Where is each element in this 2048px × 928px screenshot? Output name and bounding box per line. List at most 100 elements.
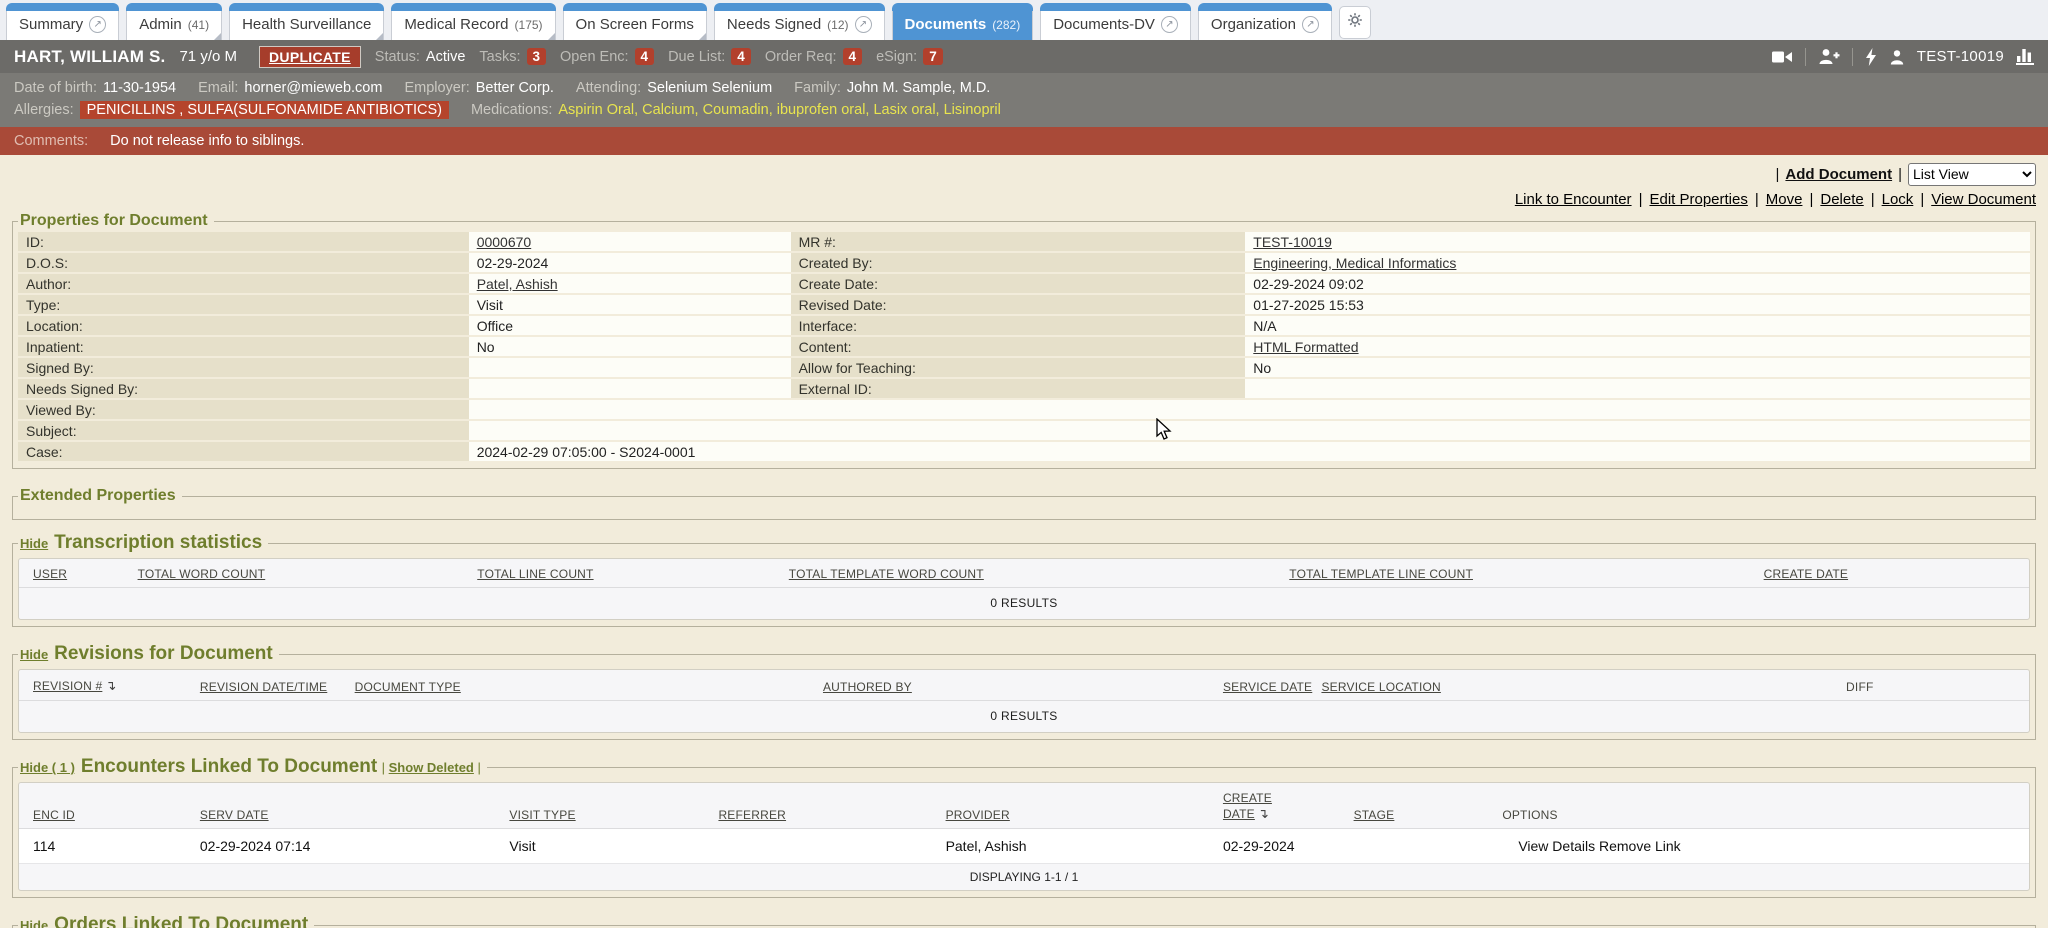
col-revision-datetime[interactable]: REVISION DATE/TIME	[200, 680, 327, 694]
tab-cap	[391, 3, 555, 11]
col-create-date-line1[interactable]: CREATE	[1223, 791, 1272, 805]
property-row: Signed By: Allow for Teaching: No	[18, 358, 2030, 379]
signed-by-label: Signed By:	[18, 358, 469, 379]
id-label: ID:	[18, 232, 469, 253]
allergies-label: Allergies:	[14, 102, 74, 118]
col-create-date-line2[interactable]: DATE	[1223, 807, 1255, 821]
col-stage[interactable]: STAGE	[1354, 808, 1395, 822]
col-total-word-count[interactable]: TOTAL WORD COUNT	[138, 567, 266, 581]
col-total-template-line-count[interactable]: TOTAL TEMPLATE LINE COUNT	[1289, 567, 1473, 581]
transcription-statistics-section: HideTranscription statistics USER TOTAL …	[12, 532, 2036, 627]
revisions-section: HideRevisions for Document REVISION #↴ R…	[12, 643, 2036, 740]
document-detail-content: | Add Document | List View Link to Encou…	[0, 155, 2048, 928]
type-label: Type:	[18, 295, 469, 316]
content-value-link[interactable]: HTML Formatted	[1253, 339, 1358, 355]
tab-documents-dv[interactable]: Documents-DV↗	[1040, 3, 1191, 40]
tab-documents[interactable]: Documents(282)	[892, 3, 1034, 40]
external-id-label: External ID:	[791, 379, 1246, 400]
col-referrer[interactable]: REFERRER	[718, 808, 786, 822]
col-serv-date[interactable]: SERV DATE	[200, 808, 269, 822]
open-enc-label: Open Enc:	[560, 49, 629, 65]
tab-cap	[1198, 3, 1332, 11]
show-deleted-link[interactable]: Show Deleted	[389, 760, 474, 775]
allergies-badge[interactable]: PENICILLINS , SULFA(SULFONAMIDE ANTIBIOT…	[80, 101, 449, 119]
tab-cap	[229, 3, 384, 11]
patient-id[interactable]: TEST-10019	[1917, 48, 2004, 65]
col-total-template-word-count[interactable]: TOTAL TEMPLATE WORD COUNT	[789, 567, 984, 581]
flowchart-icon[interactable]	[2016, 48, 2034, 65]
col-provider[interactable]: PROVIDER	[946, 808, 1010, 822]
move-link[interactable]: Move	[1766, 191, 1803, 208]
author-value-link[interactable]: Patel, Ashish	[477, 276, 558, 292]
view-mode-select[interactable]: List View	[1908, 163, 2036, 186]
col-document-type[interactable]: DOCUMENT TYPE	[355, 680, 461, 694]
view-document-link[interactable]: View Document	[1931, 191, 2036, 208]
properties-legend: Properties for Document	[18, 212, 214, 230]
sort-desc-icon[interactable]: ↴	[1258, 806, 1269, 822]
status-value: Active	[426, 49, 466, 65]
popout-icon[interactable]: ↗	[89, 16, 106, 33]
col-authored-by[interactable]: AUTHORED BY	[823, 680, 912, 694]
encounters-title: Encounters Linked To Document	[81, 756, 377, 777]
gear-icon	[1347, 12, 1363, 33]
col-revision-number[interactable]: REVISION #	[33, 679, 102, 693]
hide-transcription-link[interactable]: Hide	[20, 536, 48, 551]
property-row: Location: Office Interface: N/A	[18, 316, 2030, 337]
sort-desc-icon[interactable]: ↴	[105, 678, 116, 694]
col-total-line-count[interactable]: TOTAL LINE COUNT	[477, 567, 593, 581]
medications-value[interactable]: Aspirin Oral, Calcium, Coumadin, ibuprof…	[558, 102, 1000, 118]
col-create-date[interactable]: CREATE DATE	[1764, 567, 1848, 581]
lightning-icon[interactable]	[1865, 48, 1877, 66]
link-to-encounter-link[interactable]: Link to Encounter	[1515, 191, 1632, 208]
allow-teaching-label: Allow for Teaching:	[791, 358, 1246, 379]
created-by-value-link[interactable]: Engineering, Medical Informatics	[1253, 255, 1456, 271]
lock-link[interactable]: Lock	[1882, 191, 1914, 208]
video-visit-icon[interactable]	[1771, 49, 1793, 65]
revisions-table: REVISION #↴ REVISION DATE/TIME DOCUMENT …	[18, 669, 2030, 733]
mr-value-link[interactable]: TEST-10019	[1253, 234, 1332, 250]
col-visit-type[interactable]: VISIT TYPE	[509, 808, 575, 822]
col-service-date[interactable]: SERVICE DATE	[1223, 680, 1312, 694]
add-person-icon[interactable]	[1818, 48, 1840, 65]
tab-admin[interactable]: Admin(41)	[126, 3, 222, 40]
add-document-link[interactable]: Add Document	[1785, 166, 1892, 183]
tab-organization[interactable]: Organization↗	[1198, 3, 1332, 40]
tab-medical-record[interactable]: Medical Record(175)	[391, 3, 555, 40]
hide-encounters-link[interactable]: Hide ( 1 )	[20, 760, 75, 775]
col-enc-id[interactable]: ENC ID	[33, 808, 75, 822]
col-service-location[interactable]: SERVICE LOCATION	[1321, 680, 1440, 694]
tab-label: Documents	[905, 16, 987, 33]
hide-revisions-link[interactable]: Hide	[20, 647, 48, 662]
hide-orders-link[interactable]: Hide	[20, 918, 48, 928]
medications-label: Medications:	[471, 102, 552, 118]
dob-label: Date of birth:	[14, 80, 97, 96]
due-list-count-badge[interactable]: 4	[731, 48, 751, 65]
viewed-by-label: Viewed By:	[18, 400, 469, 421]
tab-cap	[714, 3, 885, 11]
popout-icon[interactable]: ↗	[1161, 16, 1178, 33]
popout-icon[interactable]: ↗	[855, 16, 872, 33]
delete-link[interactable]: Delete	[1820, 191, 1863, 208]
location-label: Location:	[18, 316, 469, 337]
tab-on-screen-forms[interactable]: On Screen Forms	[563, 3, 707, 40]
person-icon[interactable]	[1889, 49, 1905, 65]
revised-date-label: Revised Date:	[791, 295, 1246, 316]
col-user[interactable]: USER	[33, 567, 67, 581]
duplicate-badge[interactable]: DUPLICATE	[259, 46, 361, 68]
tab-health-surveillance[interactable]: Health Surveillance	[229, 3, 384, 40]
tab-needs-signed[interactable]: Needs Signed(12)↗	[714, 3, 885, 40]
edit-properties-link[interactable]: Edit Properties	[1649, 191, 1747, 208]
tab-label: On Screen Forms	[576, 16, 694, 33]
inpatient-value: No	[469, 337, 791, 358]
id-value-link[interactable]: 0000670	[477, 234, 532, 250]
order-req-count-badge[interactable]: 4	[843, 48, 863, 65]
encounter-row[interactable]: 114 02-29-2024 07:14 Visit Patel, Ashish…	[19, 829, 2029, 864]
encounter-options-cell[interactable]: View Details Remove Link	[1498, 829, 2029, 864]
esign-count-badge[interactable]: 7	[923, 48, 943, 65]
tasks-count-badge[interactable]: 3	[527, 48, 547, 65]
tab-settings-button[interactable]	[1339, 6, 1371, 39]
popout-icon[interactable]: ↗	[1302, 16, 1319, 33]
tab-label: Summary	[19, 16, 83, 33]
open-enc-count-badge[interactable]: 4	[635, 48, 655, 65]
tab-summary[interactable]: Summary ↗	[6, 3, 119, 40]
